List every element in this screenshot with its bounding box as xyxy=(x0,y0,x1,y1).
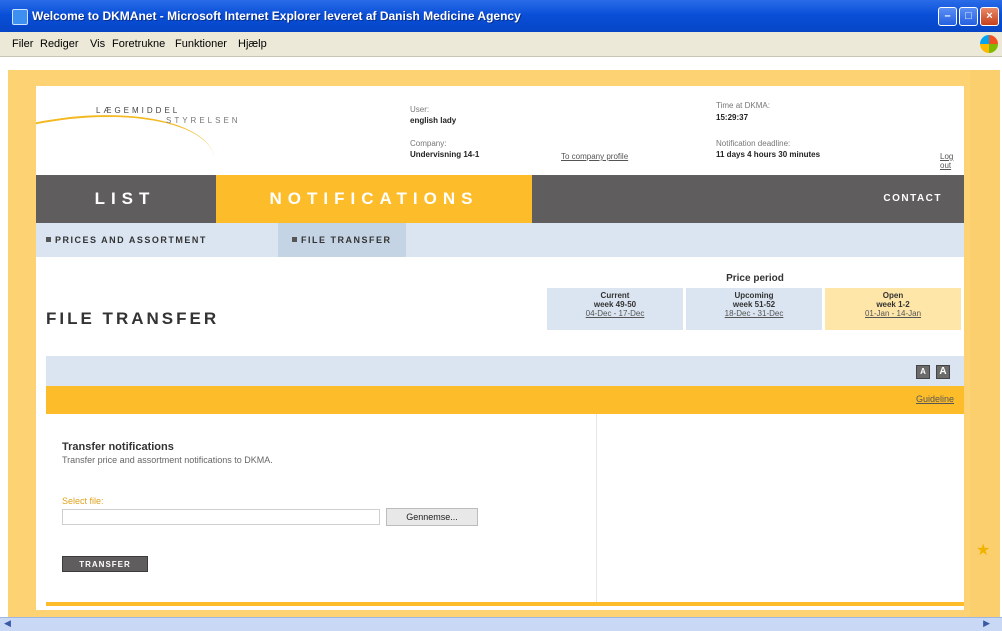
window-titlebar: Welcome to DKMAnet - Microsoft Internet … xyxy=(0,0,1002,32)
menu-funktioner[interactable]: Funktioner xyxy=(175,38,227,50)
sub-navigation: PRICES AND ASSORTMENT FILE TRANSFER xyxy=(36,223,964,257)
time-label: Time at DKMA: xyxy=(716,101,770,110)
frame-top-strip xyxy=(8,57,1000,70)
period-week: week 49-50 xyxy=(593,300,637,309)
side-panel xyxy=(598,414,964,604)
period-dates-link[interactable]: 18-Dec - 31-Dec xyxy=(686,309,822,318)
subnav-file-transfer[interactable]: FILE TRANSFER xyxy=(278,223,406,257)
menu-filer[interactable]: Filer xyxy=(12,38,33,50)
internet-explorer-icon xyxy=(12,9,28,25)
price-period-open: Open week 1-2 01-Jan - 14-Jan xyxy=(825,288,961,330)
star-icon: ★ xyxy=(976,542,991,559)
logo-text-line2: STYRELSEN xyxy=(166,116,241,125)
deadline-label: Notification deadline: xyxy=(716,139,791,148)
horizontal-scrollbar[interactable]: ◀ ▶ xyxy=(0,617,1002,631)
period-week: week 51-52 xyxy=(732,300,776,309)
price-period-upcoming: Upcoming week 51-52 18-Dec - 31-Dec xyxy=(686,288,822,330)
menu-foretrukne[interactable]: Foretrukne xyxy=(112,38,165,50)
company-profile-link[interactable]: To company profile xyxy=(561,152,628,161)
menu-hjaelp[interactable]: Hjælp xyxy=(238,38,267,50)
subnav-prices-label: PRICES AND ASSORTMENT xyxy=(55,235,207,245)
scroll-left-icon[interactable]: ◀ xyxy=(4,618,11,629)
period-name: Open xyxy=(882,291,904,300)
period-name: Current xyxy=(600,291,630,300)
user-label: User: xyxy=(410,105,430,114)
price-period-table: Price period Current week 49-50 04-Dec -… xyxy=(547,273,963,330)
price-period-title: Price period xyxy=(726,273,784,284)
file-path-input[interactable] xyxy=(62,509,380,525)
logo-text-line1: LÆGEMIDDEL xyxy=(96,106,181,115)
deadline-value: 11 days 4 hours 30 minutes xyxy=(716,150,821,159)
time-value: 15:29:37 xyxy=(716,113,749,122)
maximize-button[interactable]: □ xyxy=(959,7,978,26)
minimize-button[interactable]: – xyxy=(938,7,957,26)
transfer-button[interactable]: TRANSFER xyxy=(62,556,148,572)
menu-rediger[interactable]: Rediger xyxy=(40,38,79,50)
company-value: Undervisning 14-1 xyxy=(410,150,480,159)
subnav-file-transfer-label: FILE TRANSFER xyxy=(301,235,392,245)
page-title: FILE TRANSFER xyxy=(46,309,220,328)
text-size-large-button[interactable]: A xyxy=(936,365,950,379)
price-period-current: Current week 49-50 04-Dec - 17-Dec xyxy=(547,288,683,330)
main-navigation: LIST NOTIFICATIONS CONTACT xyxy=(36,175,964,223)
scroll-right-icon[interactable]: ▶ xyxy=(983,618,990,629)
transfer-title: Transfer notifications xyxy=(62,441,174,453)
user-value: english lady xyxy=(410,116,457,125)
nav-list[interactable]: LIST xyxy=(36,175,214,223)
text-size-small-button[interactable]: A xyxy=(916,365,930,379)
bullet-icon xyxy=(46,237,51,242)
period-name: Upcoming xyxy=(734,291,774,300)
guideline-link[interactable]: Guideline xyxy=(916,394,954,404)
logout-link[interactable]: Log out xyxy=(940,152,964,170)
subnav-prices-and-assortment[interactable]: PRICES AND ASSORTMENT xyxy=(46,223,207,257)
panel-toolbar: A A xyxy=(46,356,964,386)
select-file-label: Select file: xyxy=(62,496,104,506)
browse-button[interactable]: Gennemse... xyxy=(386,508,478,526)
menu-bar: Filer Rediger Vis Foretrukne Funktioner … xyxy=(0,32,1002,57)
vertical-scrollbar[interactable] xyxy=(970,70,1000,619)
close-button[interactable]: × xyxy=(980,7,999,26)
period-week: week 1-2 xyxy=(876,300,910,309)
transfer-panel: Transfer notifications Transfer price an… xyxy=(46,414,597,604)
windows-logo-icon xyxy=(980,35,998,53)
panel-header-bar: Guideline xyxy=(46,386,964,414)
nav-notifications[interactable]: NOTIFICATIONS xyxy=(216,175,532,223)
transfer-description: Transfer price and assortment notificati… xyxy=(62,455,273,465)
page-content: LÆGEMIDDEL STYRELSEN User: english lady … xyxy=(36,86,964,610)
nav-contact[interactable]: CONTACT xyxy=(883,175,942,223)
period-dates-link[interactable]: 04-Dec - 17-Dec xyxy=(547,309,683,318)
window-title: Welcome to DKMAnet - Microsoft Internet … xyxy=(32,9,521,23)
panel-bottom-bar xyxy=(46,602,964,606)
bullet-icon xyxy=(292,237,297,242)
period-dates-link[interactable]: 01-Jan - 14-Jan xyxy=(825,309,961,318)
company-label: Company: xyxy=(410,139,447,148)
menu-vis[interactable]: Vis xyxy=(90,38,105,50)
